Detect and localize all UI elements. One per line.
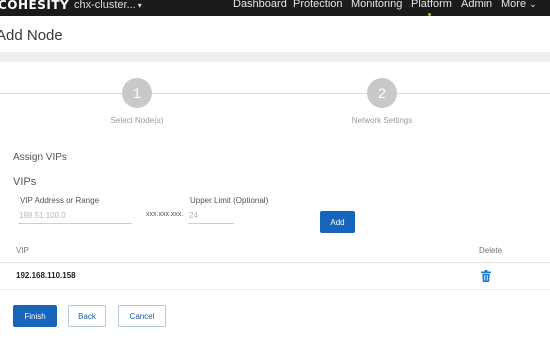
cluster-selector[interactable]: chx-cluster... ▾ bbox=[74, 0, 142, 11]
add-button[interactable]: Add bbox=[320, 211, 355, 233]
vips-title: VIPs bbox=[13, 176, 37, 188]
table-header-divider bbox=[0, 262, 550, 263]
back-button[interactable]: Back bbox=[68, 305, 106, 327]
vip-address-input[interactable] bbox=[18, 208, 132, 224]
trash-icon[interactable] bbox=[481, 270, 491, 282]
nav-platform[interactable]: Platform bbox=[411, 0, 452, 10]
column-header-vip: VIP bbox=[16, 246, 29, 255]
active-nav-indicator bbox=[428, 13, 431, 16]
upper-limit-input[interactable] bbox=[188, 208, 234, 224]
column-header-delete: Delete bbox=[479, 246, 503, 255]
vip-address-label: VIP Address or Range bbox=[20, 196, 100, 205]
header-divider-band bbox=[0, 52, 550, 62]
stepper-line bbox=[396, 93, 550, 94]
nav-dashboard[interactable]: Dashboard bbox=[233, 0, 287, 10]
section-title: Assign VIPs bbox=[13, 152, 67, 163]
step-1-circle: 1 bbox=[122, 78, 152, 108]
nav-monitoring[interactable]: Monitoring bbox=[351, 0, 402, 10]
cohesity-logo[interactable]: COHESITY bbox=[0, 0, 69, 12]
upper-limit-label: Upper Limit (Optional) bbox=[190, 196, 269, 205]
page-title: Add Node bbox=[0, 27, 63, 44]
nav-admin[interactable]: Admin bbox=[461, 0, 492, 10]
stepper-line bbox=[152, 93, 368, 94]
nav-more-label: More bbox=[501, 0, 527, 10]
stepper-line bbox=[0, 93, 124, 94]
chevron-down-icon: ⌄ bbox=[529, 0, 537, 9]
nav-more[interactable]: More ⌄ bbox=[501, 0, 537, 10]
nav-protection[interactable]: Protection bbox=[293, 0, 343, 10]
step-1-label: Select Node(s) bbox=[110, 116, 164, 125]
range-prefix-text: xxx.xxx.xxx. bbox=[146, 211, 184, 218]
top-navigation-bar: COHESITY chx-cluster... ▾ Dashboard Prote… bbox=[0, 0, 550, 16]
table-row-divider bbox=[0, 289, 550, 290]
step-2-circle: 2 bbox=[367, 78, 397, 108]
vip-row-value: 192.168.110.158 bbox=[16, 271, 76, 280]
cluster-name: chx-cluster... bbox=[74, 0, 136, 11]
step-2-label: Network Settings bbox=[351, 116, 413, 125]
cancel-button[interactable]: Cancel bbox=[118, 305, 166, 327]
chevron-down-icon: ▾ bbox=[137, 1, 142, 10]
finish-button[interactable]: Finish bbox=[13, 305, 57, 327]
